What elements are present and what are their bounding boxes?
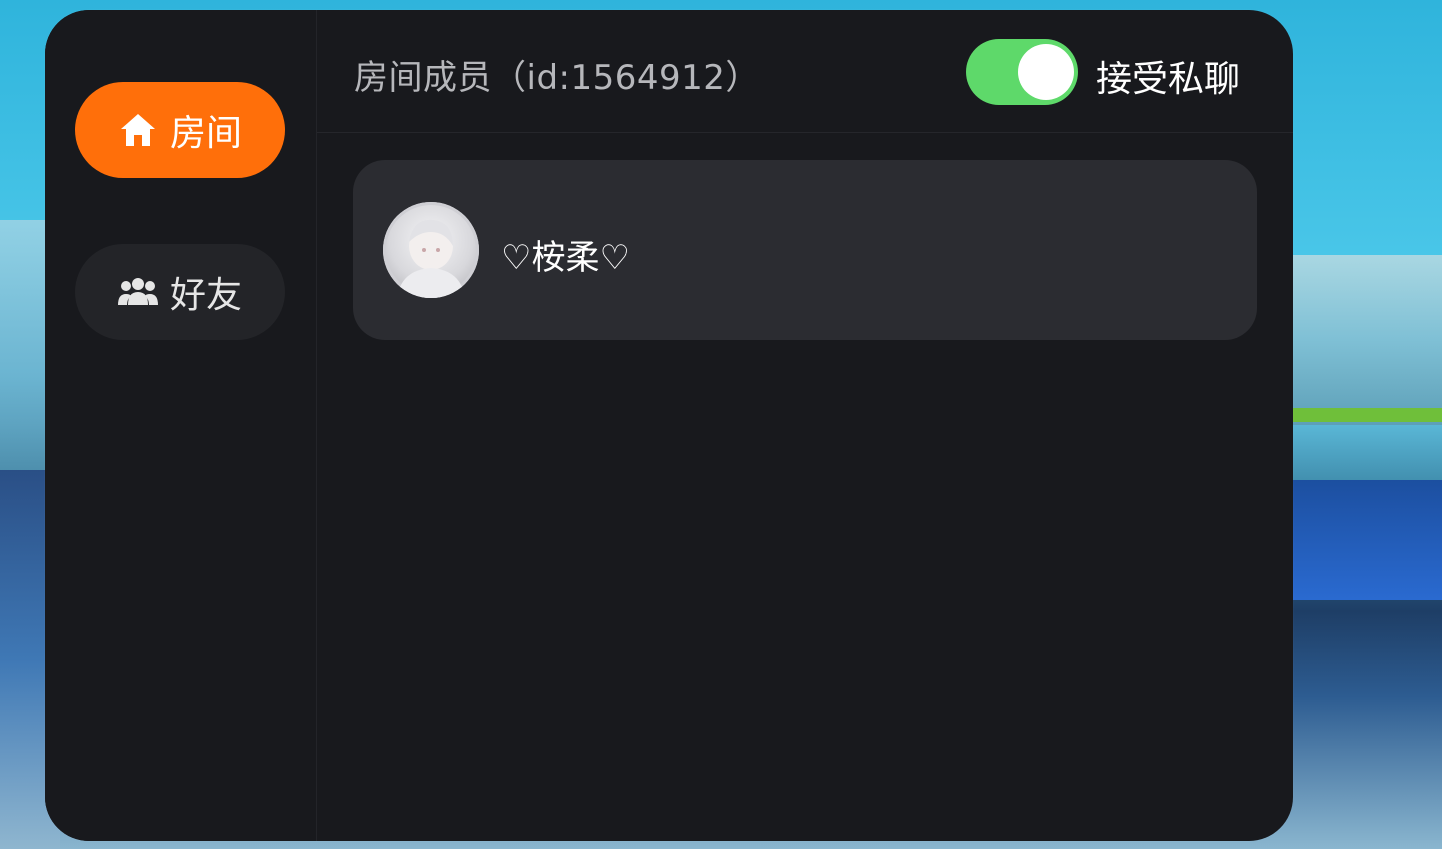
private-chat-toggle[interactable] — [966, 39, 1078, 105]
social-panel: 房间 好友 房间成员（id:1564912） 接受私聊 ♡桉柔♡ — [45, 10, 1293, 841]
background-structure-right — [1292, 255, 1442, 425]
tab-friends[interactable]: 好友 — [75, 244, 285, 340]
main-content: 房间成员（id:1564912） 接受私聊 ♡桉柔♡ — [317, 10, 1293, 841]
avatar — [383, 202, 479, 298]
private-chat-label: 接受私聊 — [1096, 59, 1241, 100]
tab-friends-label: 好友 — [169, 275, 242, 316]
friends-icon — [117, 277, 158, 307]
background-rail — [1292, 408, 1442, 422]
member-name: ♡桉柔♡ — [501, 238, 630, 278]
tab-room-label: 房间 — [169, 113, 242, 154]
sidebar: 房间 好友 — [45, 10, 317, 841]
tab-room[interactable]: 房间 — [75, 82, 285, 178]
home-icon — [118, 111, 158, 149]
header: 房间成员（id:1564912） 接受私聊 — [317, 10, 1293, 133]
toggle-knob — [1018, 44, 1074, 100]
room-title: 房间成员（id:1564912） — [354, 58, 760, 98]
background-water — [1292, 480, 1442, 600]
member-card[interactable]: ♡桉柔♡ — [353, 160, 1257, 340]
